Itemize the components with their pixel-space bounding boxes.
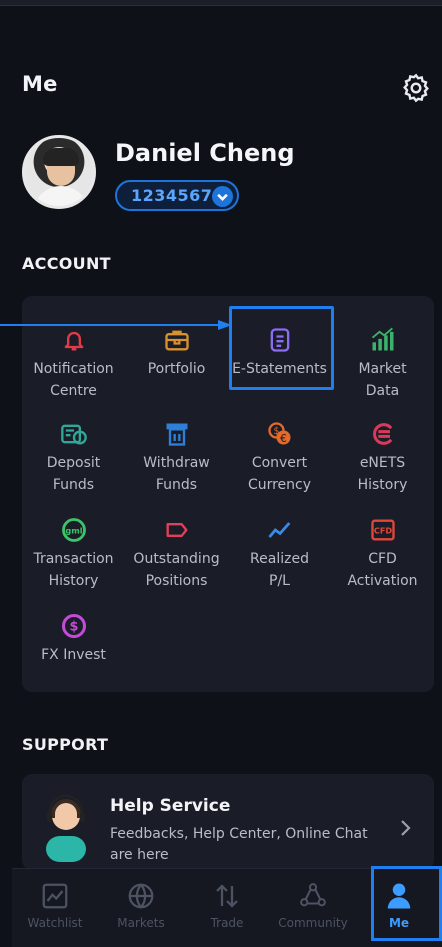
account-item-market-data[interactable]: Market Data	[331, 326, 434, 406]
tab-markets[interactable]: Markets	[98, 869, 184, 947]
account-panel: Notification Centre Portfolio E-Statements…	[22, 296, 434, 692]
tab-trade[interactable]: Trade	[184, 869, 270, 947]
svg-text:$: $	[273, 426, 279, 437]
globe-icon	[128, 883, 154, 909]
account-item-label: CFD Activation	[347, 551, 418, 589]
watchlist-chart-icon	[42, 883, 68, 909]
account-section-title: ACCOUNT	[22, 254, 111, 273]
account-item-label: FX Invest	[41, 647, 106, 663]
chevron-right-icon	[401, 820, 411, 836]
account-item-fxinvest[interactable]: $ FX Invest	[22, 612, 125, 692]
account-item-label: Notification Centre	[33, 361, 114, 399]
me-tab-highlight	[371, 866, 442, 941]
page-header: Me	[22, 72, 432, 108]
support-agent-icon	[46, 794, 86, 862]
deposit-icon	[60, 424, 87, 445]
page-title: Me	[22, 72, 58, 96]
e-statements-highlight	[229, 306, 334, 390]
account-item-label: Realized P/L	[250, 551, 309, 589]
help-service-card[interactable]: Help Service Feedbacks, Help Center, Onl…	[22, 774, 434, 870]
account-item-cfd-activation[interactable]: CFD CFD Activation	[331, 516, 434, 596]
account-item-label: Withdraw Funds	[143, 455, 210, 493]
account-selector[interactable]: 1234567	[115, 180, 239, 211]
svg-text:gml: gml	[65, 526, 82, 536]
account-item-label: eNETS History	[357, 455, 408, 493]
trade-arrows-icon	[216, 884, 238, 908]
help-service-title: Help Service	[110, 796, 231, 816]
tab-watchlist[interactable]: Watchlist	[12, 869, 98, 947]
account-item-label: Transaction History	[33, 551, 114, 589]
chevron-down-icon	[212, 186, 233, 207]
withdraw-icon	[166, 423, 187, 446]
gear-icon[interactable]	[400, 72, 432, 104]
account-item-enets-history[interactable]: eNETS History	[331, 420, 434, 500]
account-item-label: Portfolio	[147, 361, 206, 377]
profile-name: Daniel Cheng	[115, 139, 295, 167]
bell-icon	[64, 331, 83, 351]
account-item-withdraw-funds[interactable]: Withdraw Funds	[125, 420, 228, 500]
tab-label: Watchlist	[27, 916, 83, 930]
tab-label: Community	[278, 916, 348, 930]
fx-invest-icon: $	[61, 613, 86, 639]
tab-label: Markets	[117, 916, 165, 930]
account-item-realized-pl[interactable]: Realized P/L	[228, 516, 331, 596]
profile-card: Daniel Cheng 1234567	[22, 135, 432, 215]
tab-label: Trade	[210, 916, 244, 930]
support-section-title: SUPPORT	[22, 735, 109, 754]
svg-text:CFD: CFD	[373, 526, 392, 536]
account-item-deposit-funds[interactable]: Deposit Funds	[22, 420, 125, 500]
enets-icon	[372, 423, 392, 445]
tag-icon	[166, 523, 187, 537]
status-bar-divider	[0, 0, 442, 6]
account-item-label: Deposit Funds	[46, 455, 101, 493]
account-number: 1234567	[131, 186, 213, 205]
account-item-label: Convert Currency	[247, 455, 312, 493]
account-item-transaction-history[interactable]: gml Transaction History	[22, 516, 125, 596]
briefcase-icon	[164, 330, 189, 351]
svg-text:€: €	[280, 433, 287, 445]
account-item-label: Outstanding Positions	[133, 551, 220, 589]
account-item-outstanding-positions[interactable]: Outstanding Positions	[125, 516, 228, 596]
account-item-convert-currency[interactable]: € $ Convert Currency	[228, 420, 331, 500]
avatar[interactable]	[22, 135, 96, 209]
help-service-description: Feedbacks, Help Center, Online Chat are …	[110, 826, 368, 863]
account-item-notification-centre[interactable]: Notification Centre	[22, 326, 125, 406]
tab-community[interactable]: Community	[270, 869, 356, 947]
currency-convert-icon: €$	[267, 422, 290, 445]
community-icon	[300, 883, 326, 907]
account-item-portfolio[interactable]: Portfolio	[125, 326, 228, 406]
account-item-label: Market Data	[358, 361, 407, 399]
cfd-icon: CFD	[370, 519, 395, 541]
bar-chart-icon	[371, 327, 393, 351]
transaction-icon: gml	[61, 518, 86, 542]
trend-line-icon	[267, 522, 290, 538]
annotation-arrow	[0, 320, 232, 330]
svg-text:$: $	[69, 620, 78, 635]
